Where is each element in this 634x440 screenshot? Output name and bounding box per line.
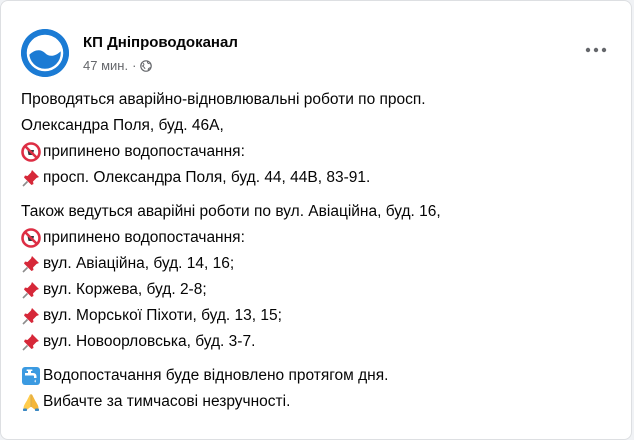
text-line: вул. Морської Піхоти, буд. 13, 15; [21,303,615,329]
post-timestamp[interactable]: 47 мин. [83,58,128,74]
post-header: КП Дніпроводоканал 47 мин. · [21,25,238,81]
text-span: припинено водопостачання: [43,229,245,246]
no-entry-sign-icon [21,228,41,248]
no-entry-sign-icon [21,142,41,162]
post-card: КП Дніпроводоканал 47 мин. · Проводяться… [0,0,632,440]
paragraph-1: Проводяться аварійно-відновлювальні робо… [21,87,615,191]
text-span: Олександра Поля, буд. 46А, [21,117,224,134]
folded-hands-icon [23,394,39,411]
pushpin-icon [22,334,39,351]
paragraph-3: Водопостачання буде відновлено протягом … [21,363,615,415]
paragraph-2: Також ведуться аварійні роботи по вул. А… [21,199,615,355]
globe-icon[interactable] [140,59,153,72]
page-avatar[interactable] [21,29,69,77]
text-span: припинено водопостачання: [43,143,245,160]
text-span: Проводяться аварійно-відновлювальні робо… [21,91,426,108]
pushpin-icon [22,282,39,299]
pushpin-icon [22,256,39,273]
text-line: припинено водопостачання: [21,225,615,251]
text-line: вул. Новоорловська, буд. 3-7. [21,329,615,355]
pushpin-icon [22,308,39,325]
text-line: Також ведуться аварійні роботи по вул. А… [21,199,615,225]
text-line: вул. Авіаційна, буд. 14, 16; [21,251,615,277]
text-line: Олександра Поля, буд. 46А, [21,113,615,139]
post-body: Проводяться аварійно-відновлювальні робо… [21,87,615,423]
text-span: просп. Олександра Поля, буд. 44, 44В, 83… [43,169,371,186]
post-meta: КП Дніпроводоканал 47 мин. · [83,33,238,74]
text-span: вул. Коржева, буд. 2-8; [43,281,207,298]
more-horizontal-icon [585,47,607,53]
text-span: Водопостачання буде відновлено протягом … [43,367,389,384]
text-line: Водопостачання буде відновлено протягом … [21,363,615,389]
text-line: просп. Олександра Поля, буд. 44, 44В, 83… [21,165,615,191]
text-line: вул. Коржева, буд. 2-8; [21,277,615,303]
text-span: Вибачте за тимчасові незручності. [43,393,291,410]
text-span: вул. Авіаційна, буд. 14, 16; [43,255,235,272]
faucet-icon [22,367,40,385]
post-subline: 47 мин. · [83,58,238,74]
separator-dot: · [132,57,137,73]
text-line: припинено водопостачання: [21,139,615,165]
page-name-link[interactable]: КП Дніпроводоканал [83,33,238,53]
pushpin-icon [22,170,39,187]
water-drop-logo-icon [21,29,69,77]
text-span: Також ведуться аварійні роботи по вул. А… [21,203,441,220]
text-line: Вибачте за тимчасові незручності. [21,389,615,415]
text-line: Проводяться аварійно-відновлювальні робо… [21,87,615,113]
text-span: вул. Морської Піхоти, буд. 13, 15; [43,307,282,324]
text-span: вул. Новоорловська, буд. 3-7. [43,333,256,350]
more-options-button[interactable] [583,37,609,63]
